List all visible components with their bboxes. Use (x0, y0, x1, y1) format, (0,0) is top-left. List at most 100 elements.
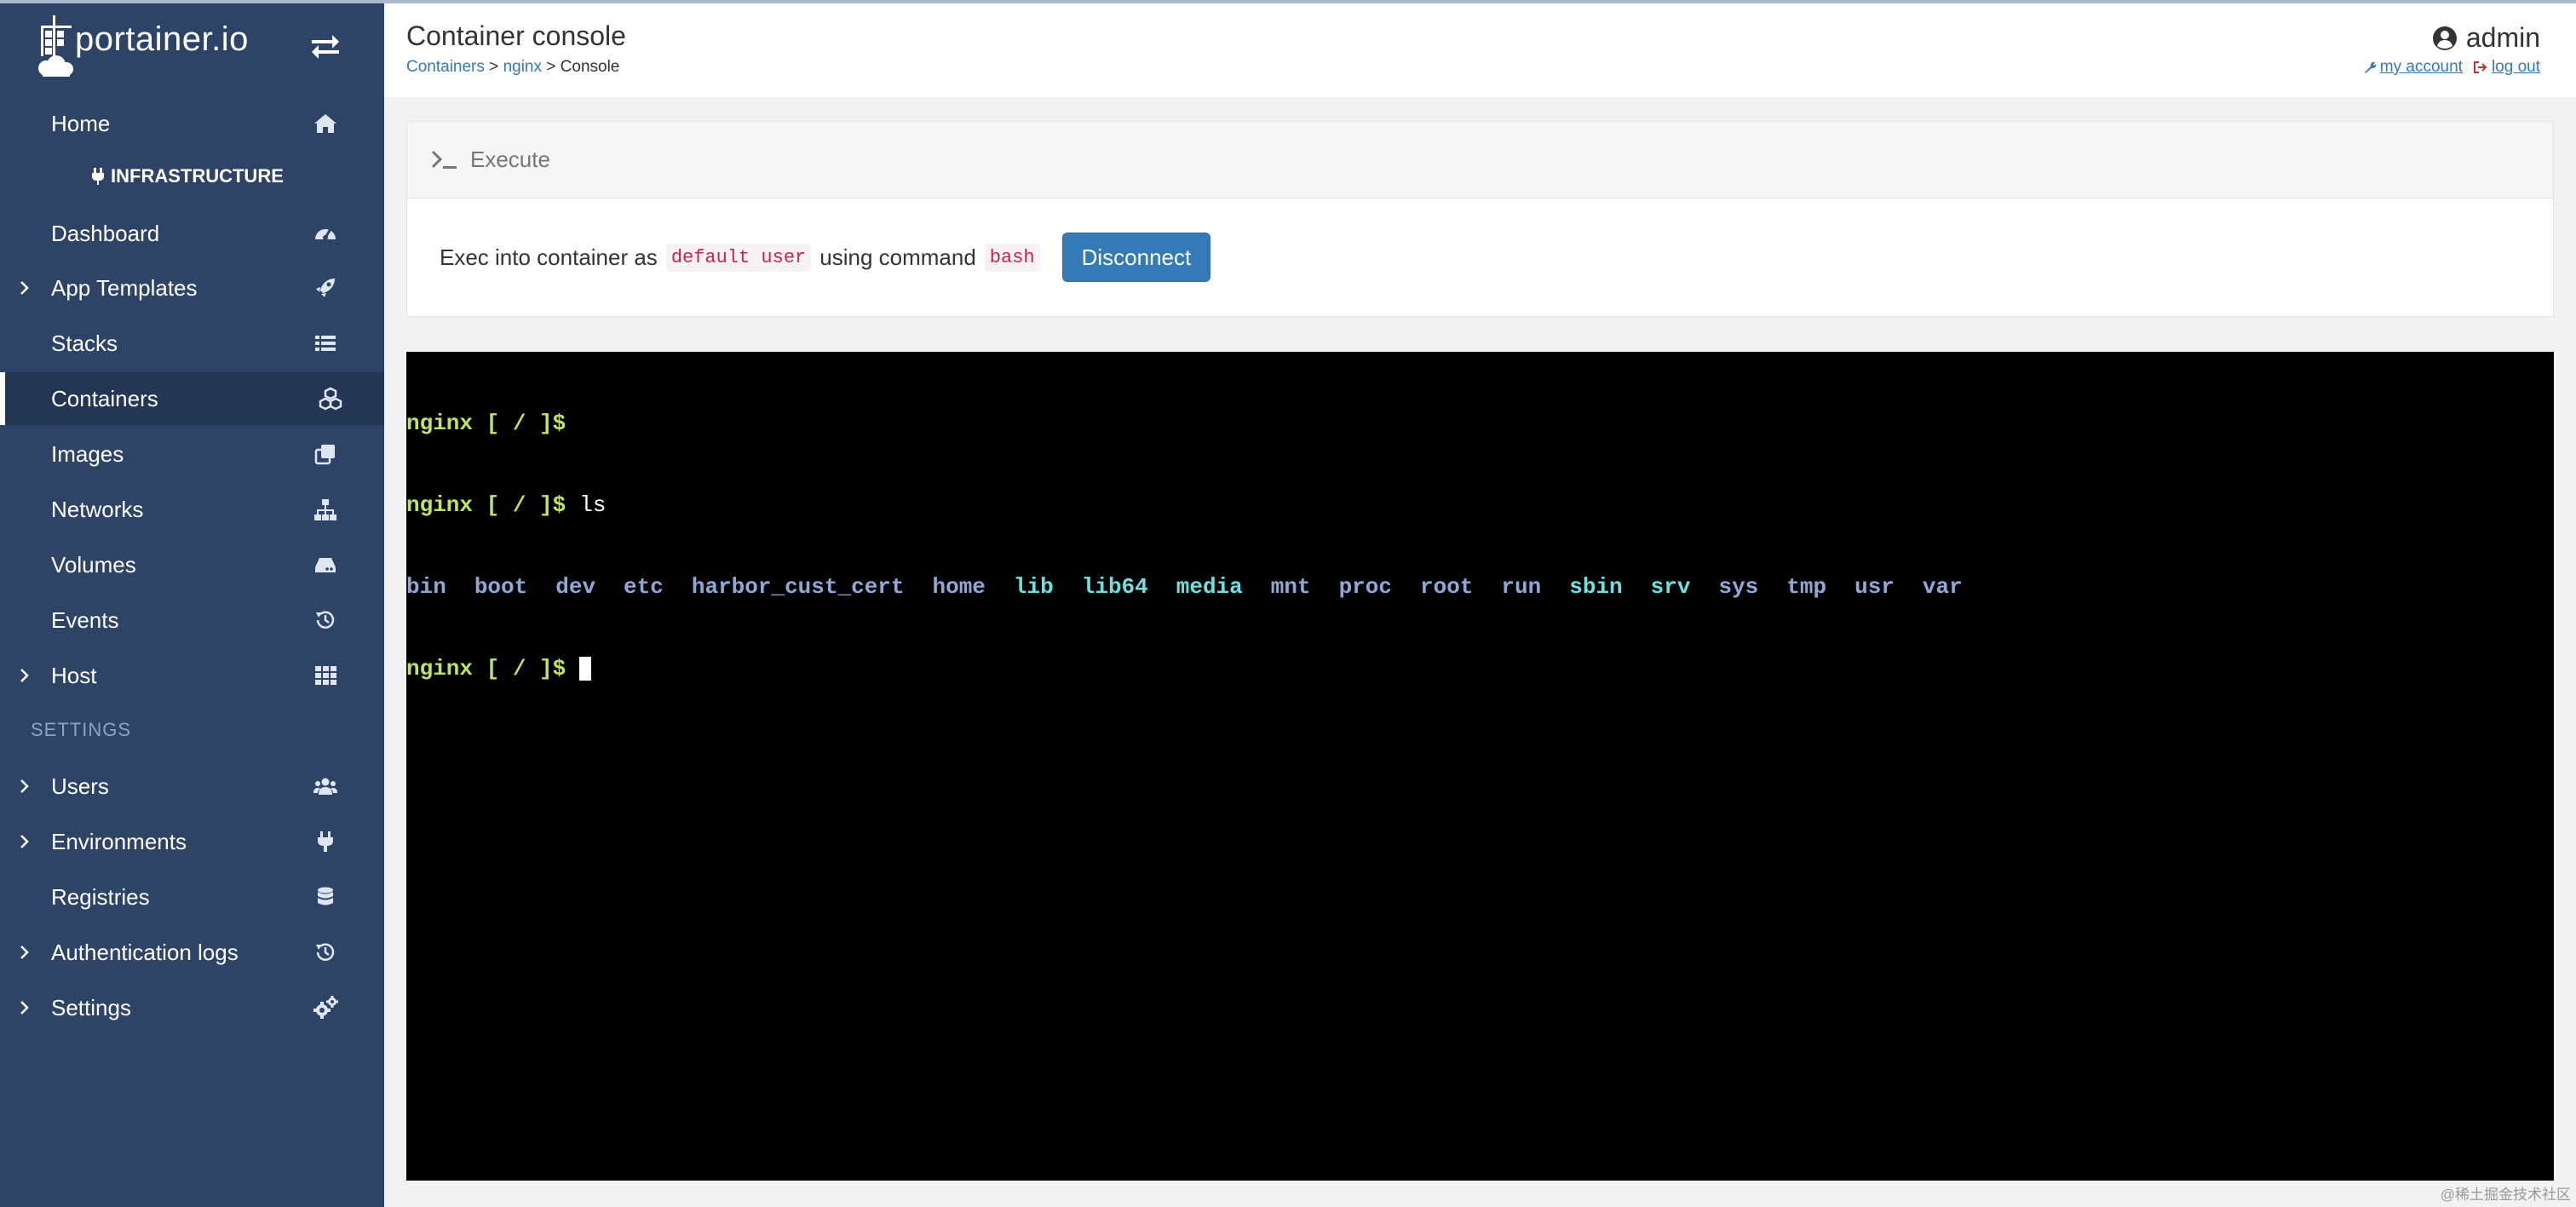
sidebar-item-volumes[interactable]: Volumes (0, 538, 384, 591)
terminal-ls-item: lib (1013, 574, 1054, 600)
terminal-ls-item: mnt (1270, 574, 1311, 600)
sidebar-item-label: Images (51, 440, 124, 467)
sidebar-item-label: Environments (51, 828, 187, 854)
sidebar-item-events[interactable]: Events (0, 594, 384, 647)
sidebar-item-label: Registries (51, 883, 150, 910)
terminal-ls-item: home (932, 574, 986, 600)
infrastructure-label: INFRASTRUCTURE (111, 165, 284, 187)
sidebar-item-label: Authentication logs (51, 939, 239, 965)
th-icon (315, 666, 336, 685)
sidebar-item-label: Settings (51, 994, 131, 1020)
sidebar-item-label: Containers (51, 385, 158, 411)
terminal-line: nginx [ / ]$ (406, 410, 2554, 437)
watermark: @稀土掘金技术社区 (2440, 1187, 2571, 1203)
sidebar-item-label: Volumes (51, 551, 136, 578)
sidebar-item-label: Users (51, 773, 109, 799)
main-content: Container console Containers > nginx > C… (384, 3, 2576, 1207)
sidebar-item-label: App Templates (51, 274, 198, 301)
sidebar-item-host[interactable]: Host (0, 649, 384, 702)
sidebar-item-label: Home (51, 110, 111, 136)
sidebar-item-label: Stacks (51, 330, 118, 356)
my-account-label: my account (2379, 58, 2463, 76)
execute-panel-body: Exec into container as default user usin… (407, 198, 2553, 316)
users-icon (313, 778, 337, 795)
breadcrumb-nginx-link[interactable]: nginx (503, 58, 542, 76)
sidebar-item-stacks[interactable]: Stacks (0, 317, 384, 370)
sidebar-item-environments[interactable]: Environments (0, 815, 384, 868)
exec-user: default user (665, 243, 812, 272)
sidebar-item-authentication-logs[interactable]: Authentication logs (0, 926, 384, 979)
sidebar-item-networks[interactable]: Networks (0, 483, 384, 536)
sidebar-item-containers[interactable]: Containers (0, 372, 384, 425)
sidebar-item-app-templates[interactable]: App Templates (0, 262, 384, 314)
sidebar-item-registries[interactable]: Registries (0, 871, 384, 923)
cubes-icon (319, 387, 342, 411)
home-icon (314, 114, 336, 133)
terminal-ls-item: lib64 (1081, 574, 1148, 600)
sidebar-item-dashboard[interactable]: Dashboard (0, 207, 384, 260)
terminal-ls-item: bin (406, 574, 446, 600)
page-header: Container console Containers > nginx > C… (384, 3, 2576, 97)
terminal-ls-item: var (1922, 574, 1963, 600)
dashboard-icon (315, 228, 336, 240)
rocket-icon (316, 279, 335, 297)
breadcrumb-separator: > (546, 58, 556, 76)
sign-out-icon (2473, 61, 2487, 73)
sidebar-item-label: Networks (51, 496, 144, 522)
log-out-link[interactable]: log out (2473, 58, 2540, 77)
plug-icon (318, 831, 333, 852)
clone-icon (314, 445, 335, 465)
my-account-link[interactable]: my account (2363, 58, 2463, 77)
user-circle-icon (2432, 26, 2457, 50)
terminal-icon (431, 150, 457, 169)
log-out-label: log out (2491, 58, 2540, 76)
username: admin (2465, 22, 2540, 53)
settings-section-header: SETTINGS (31, 719, 132, 740)
execute-title: Execute (470, 147, 550, 172)
terminal-line: nginx [ / ]$ (406, 655, 2554, 682)
sidebar-item-images[interactable]: Images (0, 428, 384, 480)
disconnect-button[interactable]: Disconnect (1061, 233, 1211, 282)
terminal-ls-item: sbin (1569, 574, 1623, 600)
terminal-ls-item: run (1501, 574, 1542, 600)
sidebar: portainer.io Home INFRASTRUCTURE Dashboa… (0, 0, 384, 1207)
terminal-ls-item: proc (1338, 574, 1392, 600)
terminal[interactable]: nginx [ / ]$ nginx [ / ]$ ls bin boot dev et… (406, 352, 2554, 1181)
top-border (0, 0, 2576, 3)
terminal-prompt: nginx [ / ]$ (406, 411, 566, 436)
terminal-prompt: nginx [ / ]$ (406, 656, 566, 681)
breadcrumb-separator: > (489, 58, 499, 76)
sidebar-item-label: Host (51, 662, 97, 688)
terminal-ls-item: etc (624, 574, 664, 600)
history-icon (316, 943, 335, 961)
terminal-ls-item: root (1420, 574, 1474, 600)
infrastructure-header: INFRASTRUCTURE (92, 165, 284, 187)
sidebar-item-settings[interactable]: Settings (0, 981, 384, 1034)
plug-icon (92, 168, 104, 185)
sidebar-item-label: Events (51, 606, 119, 633)
terminal-ls-item: boot (474, 574, 528, 600)
cogs-icon (313, 996, 338, 1019)
breadcrumb-current: Console (560, 58, 620, 76)
chevron-right-icon (20, 779, 29, 793)
hdd-icon (315, 558, 336, 572)
user-box: admin (2432, 22, 2540, 54)
exec-command: bash (984, 243, 1040, 272)
breadcrumb-containers-link[interactable]: Containers (406, 58, 485, 76)
chevron-right-icon (20, 669, 29, 682)
list-icon (315, 336, 336, 351)
sidebar-item-home[interactable]: Home (0, 97, 384, 150)
sidebar-item-label: Dashboard (51, 220, 160, 246)
chevron-right-icon (20, 835, 29, 848)
brand-name: portainer.io (75, 20, 249, 58)
sitemap-icon (314, 499, 336, 520)
brand[interactable]: portainer.io (0, 0, 384, 85)
breadcrumb: Containers > nginx > Console (406, 58, 619, 77)
terminal-cursor (579, 657, 592, 681)
terminal-prompt: nginx [ / ]$ (406, 492, 566, 518)
chevron-right-icon (20, 281, 29, 295)
execute-panel-header: Execute (407, 122, 2553, 198)
history-icon (316, 611, 335, 629)
exchange-icon[interactable] (310, 34, 341, 60)
sidebar-item-users[interactable]: Users (0, 760, 384, 813)
